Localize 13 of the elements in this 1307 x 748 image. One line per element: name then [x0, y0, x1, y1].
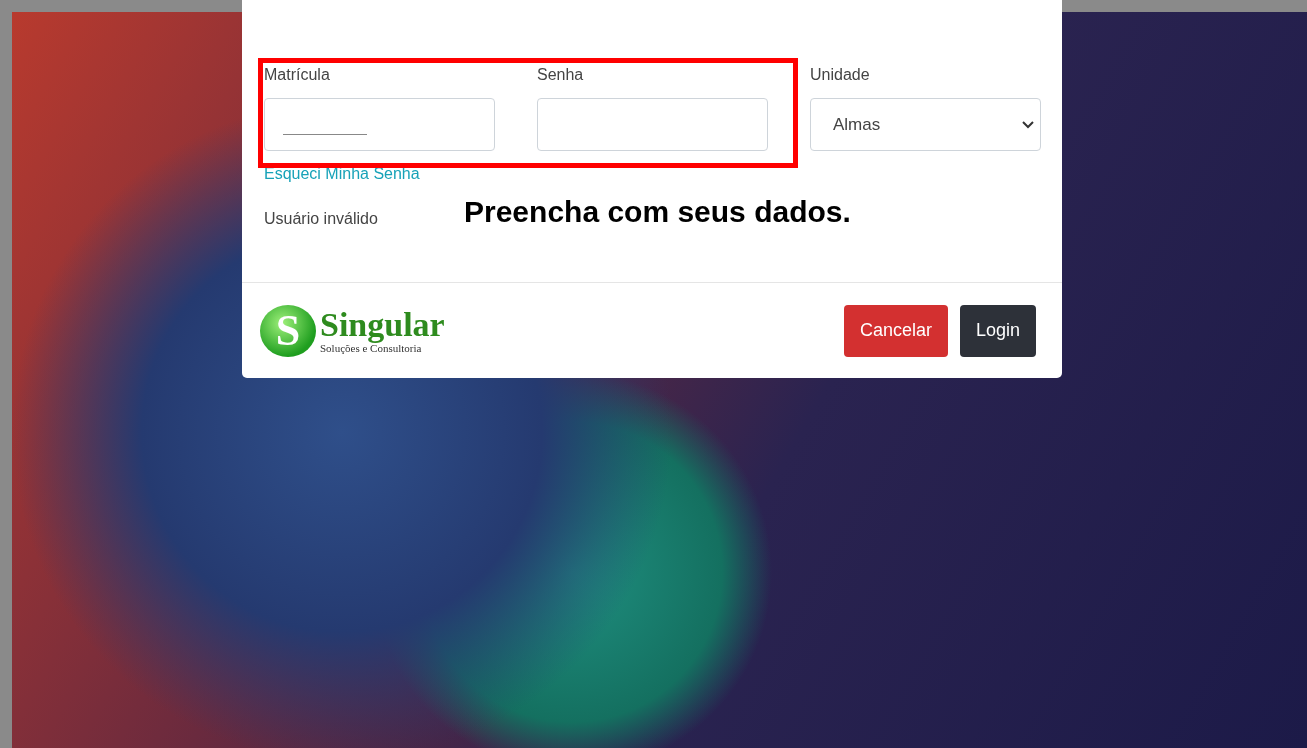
chevron-down-icon — [1022, 120, 1034, 129]
logo-mark: S — [260, 304, 316, 357]
cancel-button[interactable]: Cancelar — [843, 304, 948, 357]
field-label: Senha — [537, 66, 585, 84]
annotation-text: Preencha com seus dados. — [464, 195, 851, 229]
logo-name: Singular — [320, 307, 445, 342]
login-button[interactable]: Login — [959, 304, 1036, 357]
input-field[interactable] — [264, 98, 495, 151]
input-field[interactable] — [537, 98, 768, 151]
field-label: Unidade — [810, 66, 871, 84]
field-label: Matrícula — [264, 66, 331, 84]
error-message: Usuário inválido — [264, 210, 379, 228]
unit-dropdown[interactable]: Almas — [810, 98, 1041, 151]
